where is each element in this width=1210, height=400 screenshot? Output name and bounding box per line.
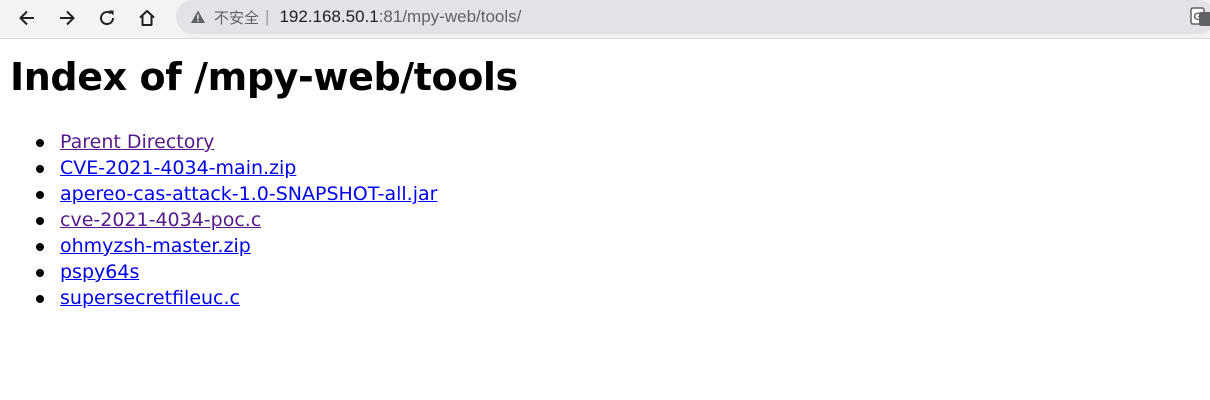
bullet-icon <box>36 139 44 147</box>
list-item: apereo-cas-attack-1.0-SNAPSHOT-all.jar <box>36 181 437 207</box>
browser-toolbar: 不安全 | 192.168.50.1:81/mpy-web/tools/ G <box>0 0 1210 39</box>
file-link[interactable]: cve-2021-4034-poc.c <box>60 209 261 231</box>
file-link[interactable]: supersecretfileuc.c <box>60 287 240 309</box>
list-item: supersecretfileuc.c <box>36 285 437 311</box>
home-icon <box>139 10 155 26</box>
bullet-icon <box>36 243 44 251</box>
home-button[interactable] <box>132 4 162 32</box>
address-bar[interactable]: 不安全 | 192.168.50.1:81/mpy-web/tools/ <box>176 0 1210 34</box>
list-item: cve-2021-4034-poc.c <box>36 207 437 233</box>
list-item: pspy64s <box>36 259 437 285</box>
back-arrow-icon <box>19 10 34 26</box>
list-item: CVE-2021-4034-main.zip <box>36 155 437 181</box>
reload-button[interactable] <box>92 4 122 32</box>
directory-listing: Parent Directory CVE-2021-4034-main.zip ap… <box>0 129 437 311</box>
list-item: Parent Directory <box>36 129 437 155</box>
url-host: 192.168.50.1 <box>279 7 379 26</box>
security-status-text[interactable]: 不安全 <box>214 7 259 28</box>
reload-icon <box>100 10 115 26</box>
url-path: :81/mpy-web/tools/ <box>378 7 522 26</box>
bullet-icon <box>36 295 44 303</box>
address-separator: | <box>265 7 270 26</box>
file-link[interactable]: apereo-cas-attack-1.0-SNAPSHOT-all.jar <box>60 183 437 205</box>
forward-button[interactable] <box>52 4 82 32</box>
bullet-icon <box>36 165 44 173</box>
page-title: Index of /mpy-web/tools <box>10 55 518 99</box>
bullet-icon <box>36 217 44 225</box>
warning-triangle-icon[interactable] <box>190 9 206 25</box>
bullet-icon <box>36 191 44 199</box>
file-link[interactable]: ohmyzsh-master.zip <box>60 235 251 257</box>
file-link[interactable]: CVE-2021-4034-main.zip <box>60 157 296 179</box>
parent-directory-link[interactable]: Parent Directory <box>60 131 214 153</box>
page-content: Index of /mpy-web/tools Parent Directory… <box>0 39 1210 400</box>
forward-arrow-icon <box>60 10 75 26</box>
back-button[interactable] <box>12 4 42 32</box>
bullet-icon <box>36 269 44 277</box>
translate-icon[interactable]: G <box>1190 7 1210 27</box>
list-item: ohmyzsh-master.zip <box>36 233 437 259</box>
file-link[interactable]: pspy64s <box>60 261 139 283</box>
url-text[interactable]: 192.168.50.1:81/mpy-web/tools/ <box>279 7 521 27</box>
